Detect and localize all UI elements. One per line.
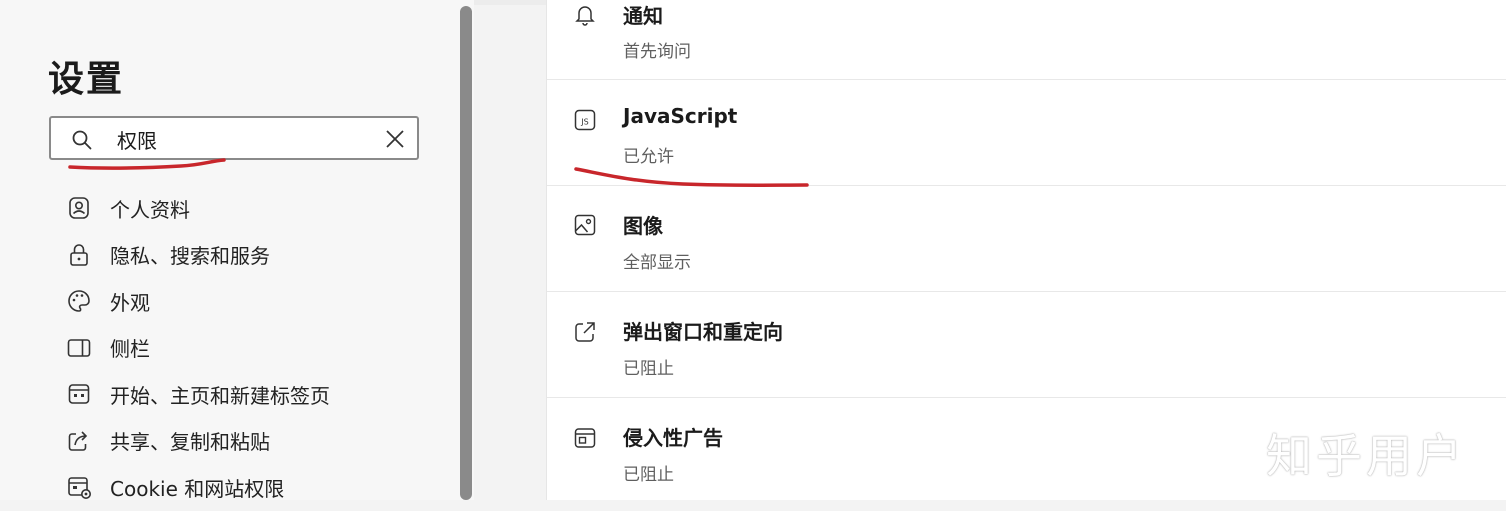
sidebar-item-cookies-permissions[interactable]: Cookie 和网站权限 xyxy=(66,464,330,511)
permission-status: 首先询问 xyxy=(623,42,691,62)
settings-search-box[interactable] xyxy=(49,116,419,160)
sidebar-item-label: 个人资料 xyxy=(110,197,190,222)
profile-icon xyxy=(66,195,92,221)
sidebar-item-privacy[interactable]: 隐私、搜索和服务 xyxy=(66,232,330,279)
clear-search-icon[interactable] xyxy=(383,127,407,151)
permission-title: 侵入性广告 xyxy=(623,426,723,450)
palette-icon xyxy=(66,288,92,314)
ads-icon xyxy=(574,428,596,448)
permission-status: 全部显示 xyxy=(623,253,691,273)
page-title: 设置 xyxy=(48,59,125,100)
watermark: 知乎用户 xyxy=(1266,429,1466,483)
sidebar-item-label: 侧栏 xyxy=(110,337,150,362)
javascript-icon: JS xyxy=(574,109,596,131)
sidebar-item-sidebar[interactable]: 侧栏 xyxy=(66,325,330,372)
permission-title: 图像 xyxy=(623,214,663,238)
home-tabs-icon xyxy=(66,381,92,407)
permission-status: 已阻止 xyxy=(623,465,674,485)
permission-row-javascript[interactable]: JS JavaScript 已允许 xyxy=(547,80,1506,186)
image-icon xyxy=(574,214,596,236)
sidebar-item-label: 隐私、搜索和服务 xyxy=(110,244,270,269)
permission-row-popups[interactable]: 弹出窗口和重定向 已阻止 xyxy=(547,292,1506,398)
sidebar-item-label: 开始、主页和新建标签页 xyxy=(110,383,330,408)
sidebar-item-label: 共享、复制和粘贴 xyxy=(110,430,270,455)
permission-title: 通知 xyxy=(623,4,663,28)
sidebar-item-label: 外观 xyxy=(110,290,150,315)
sidebar-item-label: Cookie 和网站权限 xyxy=(110,476,285,501)
svg-text:JS: JS xyxy=(580,118,588,127)
settings-nav: 个人资料 隐私、搜索和服务 外观 侧栏 开始、主页和新建标签页 共享、复制和粘贴… xyxy=(66,185,330,511)
sidebar-item-share-copy-paste[interactable]: 共享、复制和粘贴 xyxy=(66,418,330,465)
search-input[interactable] xyxy=(115,124,359,154)
popup-icon xyxy=(575,322,595,342)
permission-row-notifications[interactable]: 通知 首先询问 xyxy=(547,0,1506,80)
cookie-settings-icon xyxy=(66,474,92,500)
settings-sidebar: 设置 个人资料 隐私、搜索和服务 外观 xyxy=(0,0,460,501)
permission-status: 已阻止 xyxy=(623,359,674,379)
sidebar-item-appearance[interactable]: 外观 xyxy=(66,278,330,325)
permission-row-images[interactable]: 图像 全部显示 xyxy=(547,186,1506,292)
lock-icon xyxy=(66,242,92,268)
permission-status: 已允许 xyxy=(623,147,674,167)
search-icon xyxy=(72,130,92,150)
scrollbar-thumb[interactable] xyxy=(460,6,472,500)
sidebar-icon xyxy=(66,335,92,361)
share-icon xyxy=(66,428,92,454)
bell-icon xyxy=(575,6,595,26)
sidebar-item-profile[interactable]: 个人资料 xyxy=(66,185,330,232)
permission-title: JavaScript xyxy=(623,104,738,128)
sidebar-item-start-home-newtab[interactable]: 开始、主页和新建标签页 xyxy=(66,371,330,418)
permission-title: 弹出窗口和重定向 xyxy=(623,320,783,344)
